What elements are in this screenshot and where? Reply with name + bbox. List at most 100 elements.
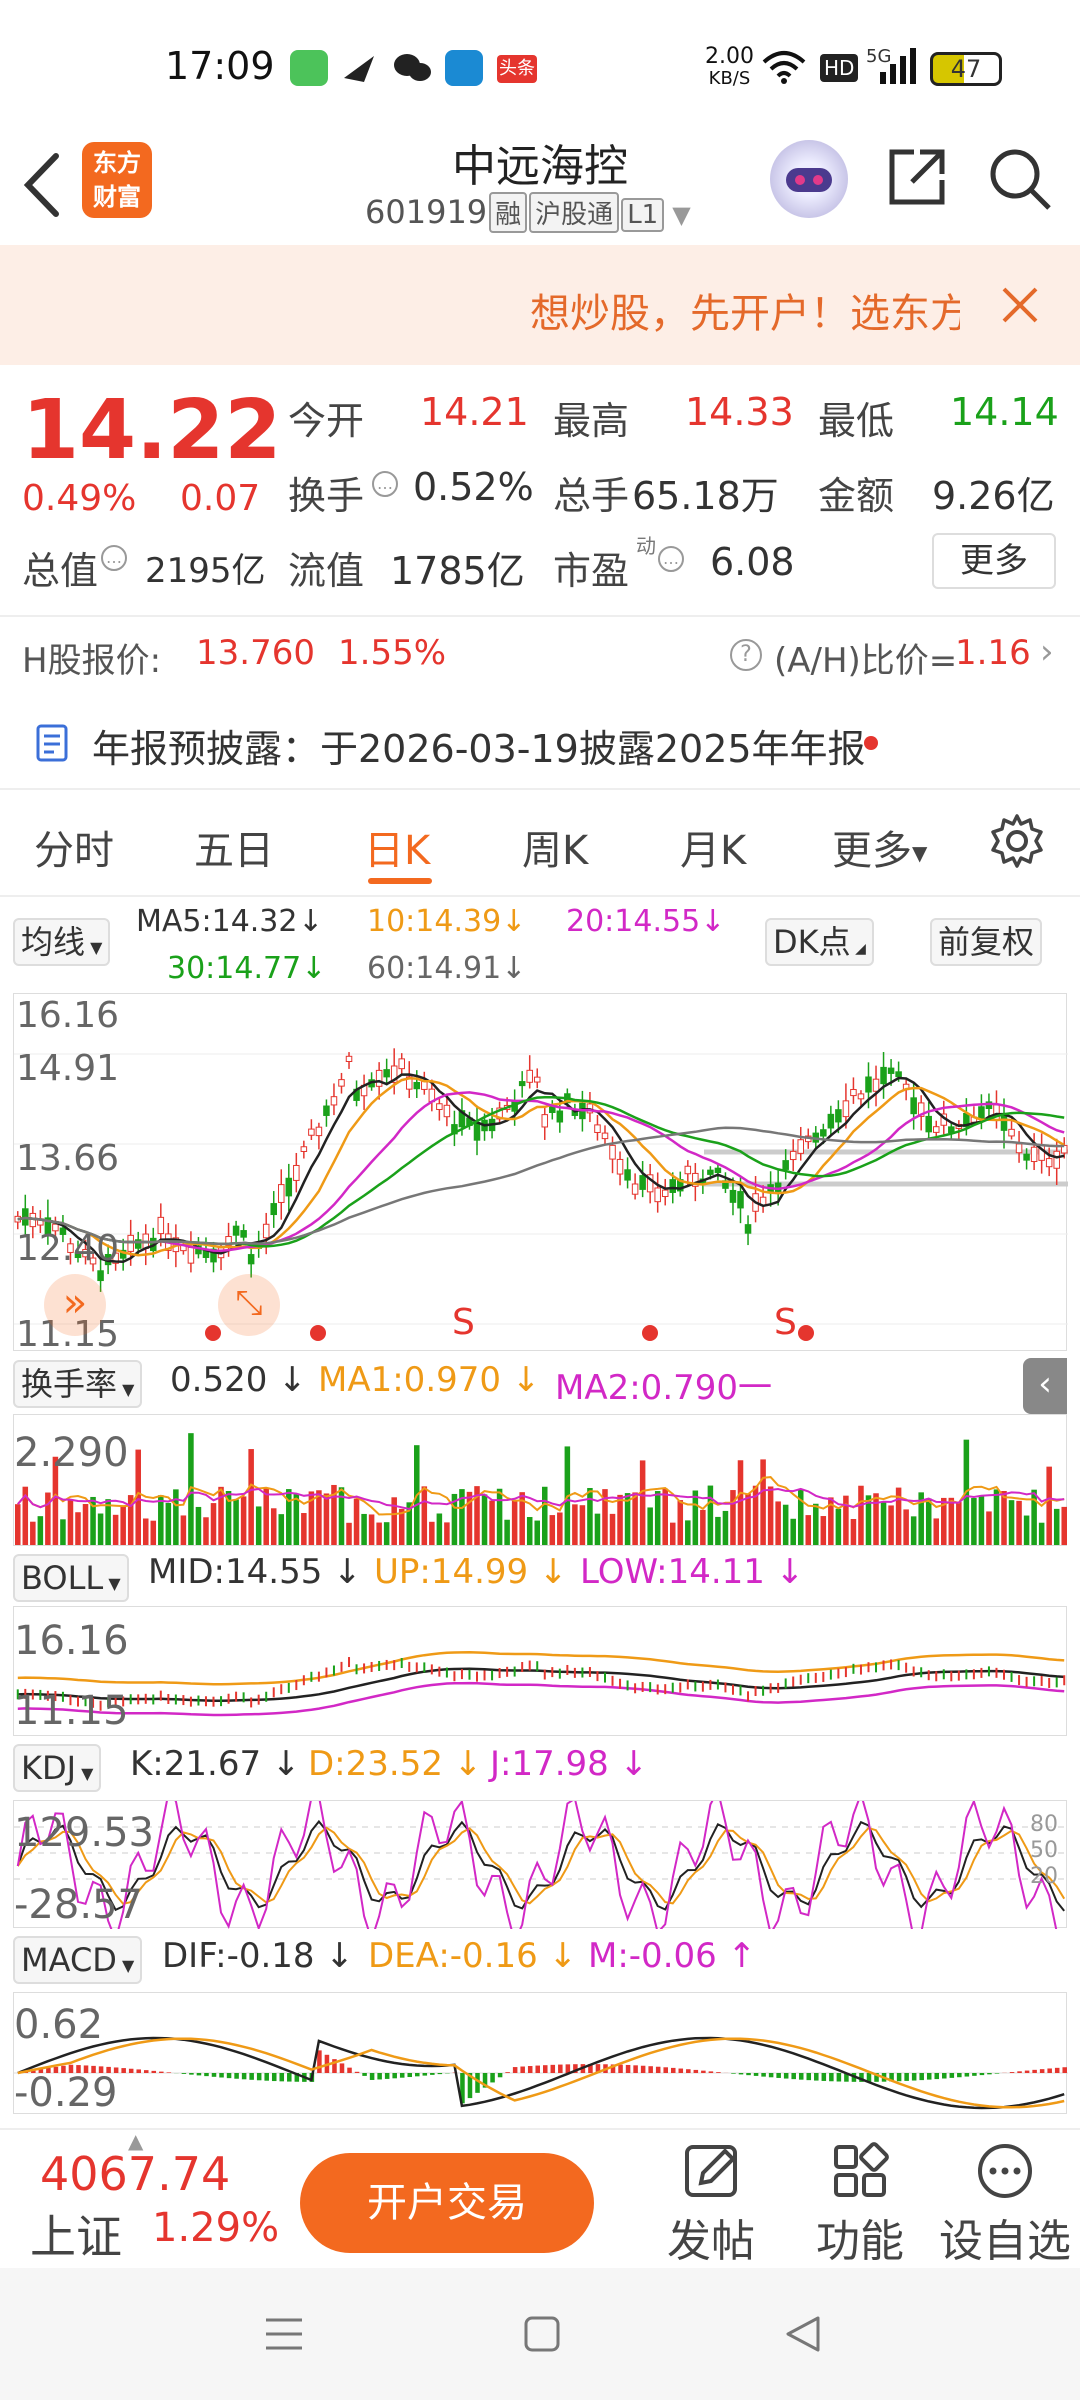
kdj-axis-top: 129.53 [14, 1810, 154, 1856]
send-icon [340, 50, 378, 86]
dk-point-selector[interactable]: DK点 ◢ [765, 918, 874, 966]
edit-icon [685, 2145, 737, 2197]
kdj-level-label: 20 [1030, 1864, 1058, 1889]
turnover-chart[interactable] [13, 1414, 1067, 1546]
amount-value: 9.26亿 [932, 474, 1055, 518]
tab-more[interactable]: 更多▼ [832, 818, 927, 876]
search-icon[interactable] [985, 144, 1055, 218]
wechat-icon [392, 50, 431, 86]
hshare-pct: 1.55% [338, 633, 447, 673]
tab-intraday[interactable]: 分时 [34, 818, 114, 876]
ma-selector[interactable]: 均线 ▼ [13, 918, 111, 966]
buy-signal-dot [205, 1325, 221, 1341]
price-adjust-selector[interactable]: 前复权 [930, 918, 1043, 966]
volume-value: 65.18万 [632, 474, 779, 518]
ah-ratio-value: 1.16 [955, 633, 1031, 673]
caret-down-icon: ▼ [912, 841, 928, 865]
document-icon [34, 724, 74, 768]
collapse-panel-icon[interactable]: ‹ [1023, 1358, 1067, 1414]
tab-more-label: 更多 [832, 828, 912, 874]
annual-report-notice[interactable]: 年报预披露：于2026-03-19披露2025年年报 [0, 700, 1080, 780]
signal-icon: 5G [866, 46, 916, 90]
sell-signal-label: S [774, 1302, 797, 1343]
tab-monthly-k[interactable]: 月K [680, 818, 746, 876]
back-nav-icon[interactable] [780, 2312, 824, 2360]
boll-mid: MID:14.55 ↓ [148, 1552, 362, 1592]
stock-code-line[interactable]: 601919 融沪股通 L1 ▼ [365, 192, 691, 233]
open-account-button[interactable]: 开户交易 [300, 2153, 594, 2253]
help-icon[interactable]: ? [730, 639, 762, 671]
turnover-ma1: MA1:0.970 ↓ [318, 1360, 541, 1400]
post-label: 发帖 [667, 2216, 755, 2267]
tab-five-day[interactable]: 五日 [194, 818, 274, 876]
price-axis-label: 12.40 [16, 1228, 120, 1269]
kline-chart[interactable] [13, 993, 1068, 1351]
change-value: 0.07 [180, 478, 261, 519]
price-axis-label: 16.16 [16, 995, 120, 1036]
indicator-selector-macd[interactable]: MACD ▼ [13, 1936, 143, 1984]
kdj-j: J:17.98 ↓ [490, 1744, 649, 1784]
indicator-selector-boll[interactable]: BOLL ▼ [13, 1554, 129, 1602]
promo-banner[interactable]: 想炒股，先开户！选东方 [0, 245, 1080, 365]
hshare-label: H股报价: [22, 641, 162, 681]
hd-icon: HD [820, 54, 859, 82]
close-icon[interactable] [1000, 285, 1040, 329]
ma10-label: 10:14.39↓ [367, 904, 527, 939]
boll-up: UP:14.99 ↓ [374, 1552, 568, 1592]
stock-header: 东方 财富 中远海控 601919 融沪股通 L1 ▼ [0, 130, 1080, 245]
boll-axis-bottom: 11.15 [14, 1688, 129, 1734]
bottom-toolbar: ▲ 4067.74 上证 1.29% 开户交易 发帖 功能 设自选 [0, 2129, 1080, 2269]
add-favorite-button[interactable]: 设自选 [930, 2141, 1080, 2269]
turnover-rate-value: 0.520 ↓ [170, 1360, 307, 1400]
macd-chart[interactable] [13, 1992, 1068, 2114]
menu-icon[interactable] [262, 2314, 306, 2358]
macd-axis-top: 0.62 [14, 2002, 104, 2048]
buy-signal-dot [642, 1325, 658, 1341]
hshare-row[interactable]: H股报价: 13.760 1.55% ? (A/H)比价= 1.16 › [0, 620, 1080, 690]
expand-signals-icon[interactable]: » [44, 1274, 106, 1336]
low-value: 14.14 [950, 390, 1059, 434]
turnover-axis-label: 2.290 [14, 1430, 129, 1476]
functions-button[interactable]: 功能 [805, 2141, 915, 2269]
ma5-label: MA5:14.32 [136, 904, 298, 939]
fullscreen-icon[interactable]: ⤡ [218, 1274, 280, 1336]
tag-level: L1 [621, 198, 665, 232]
boll-axis-top: 16.16 [14, 1618, 129, 1664]
battery-indicator: 47 [930, 52, 1002, 86]
home-icon[interactable] [522, 2314, 562, 2358]
settings-icon[interactable] [988, 812, 1046, 874]
index-name: 上证 [30, 2210, 122, 2264]
stock-code: 601919 [365, 193, 488, 231]
info-icon[interactable]: … [101, 545, 127, 571]
more-circle-icon [978, 2144, 1032, 2198]
kdj-chart[interactable] [13, 1800, 1068, 1929]
hshare-price: 13.760 [196, 633, 315, 673]
active-tab-indicator [368, 878, 432, 884]
last-price: 14.22 [22, 383, 282, 478]
share-icon[interactable] [884, 144, 950, 214]
more-button[interactable]: 更多 [932, 533, 1056, 589]
info-icon[interactable]: … [372, 471, 398, 497]
post-button[interactable]: 发帖 [656, 2141, 766, 2269]
chat-app-icon [290, 50, 328, 86]
ma30-label: 30:14.77↓ [167, 951, 327, 986]
buy-signal-dot [310, 1325, 326, 1341]
tab-daily-k[interactable]: 日K [364, 818, 430, 876]
robot-assistant-icon[interactable] [770, 140, 848, 218]
kdj-axis-bottom: -28.57 [14, 1882, 143, 1928]
indicator-selector-turnover[interactable]: 换手率 ▼ [13, 1360, 143, 1408]
macd-dif: DIF:-0.18 ↓ [162, 1936, 354, 1976]
ma5-arrow: ↓ [298, 904, 324, 939]
turnover-label: 换手 [288, 474, 365, 518]
index-value[interactable]: 4067.74 [40, 2147, 230, 2201]
wifi-icon [762, 48, 806, 90]
volume-label: 总手 [553, 474, 630, 518]
boll-chart[interactable] [13, 1606, 1067, 1736]
info-icon[interactable]: … [658, 546, 684, 572]
divider [0, 2128, 1080, 2130]
pe-superscript: 动 [636, 534, 656, 558]
open-value: 14.21 [420, 390, 529, 434]
index-pct: 1.29% [152, 2205, 280, 2251]
tab-weekly-k[interactable]: 周K [522, 818, 588, 876]
indicator-selector-kdj[interactable]: KDJ ▼ [13, 1744, 102, 1792]
